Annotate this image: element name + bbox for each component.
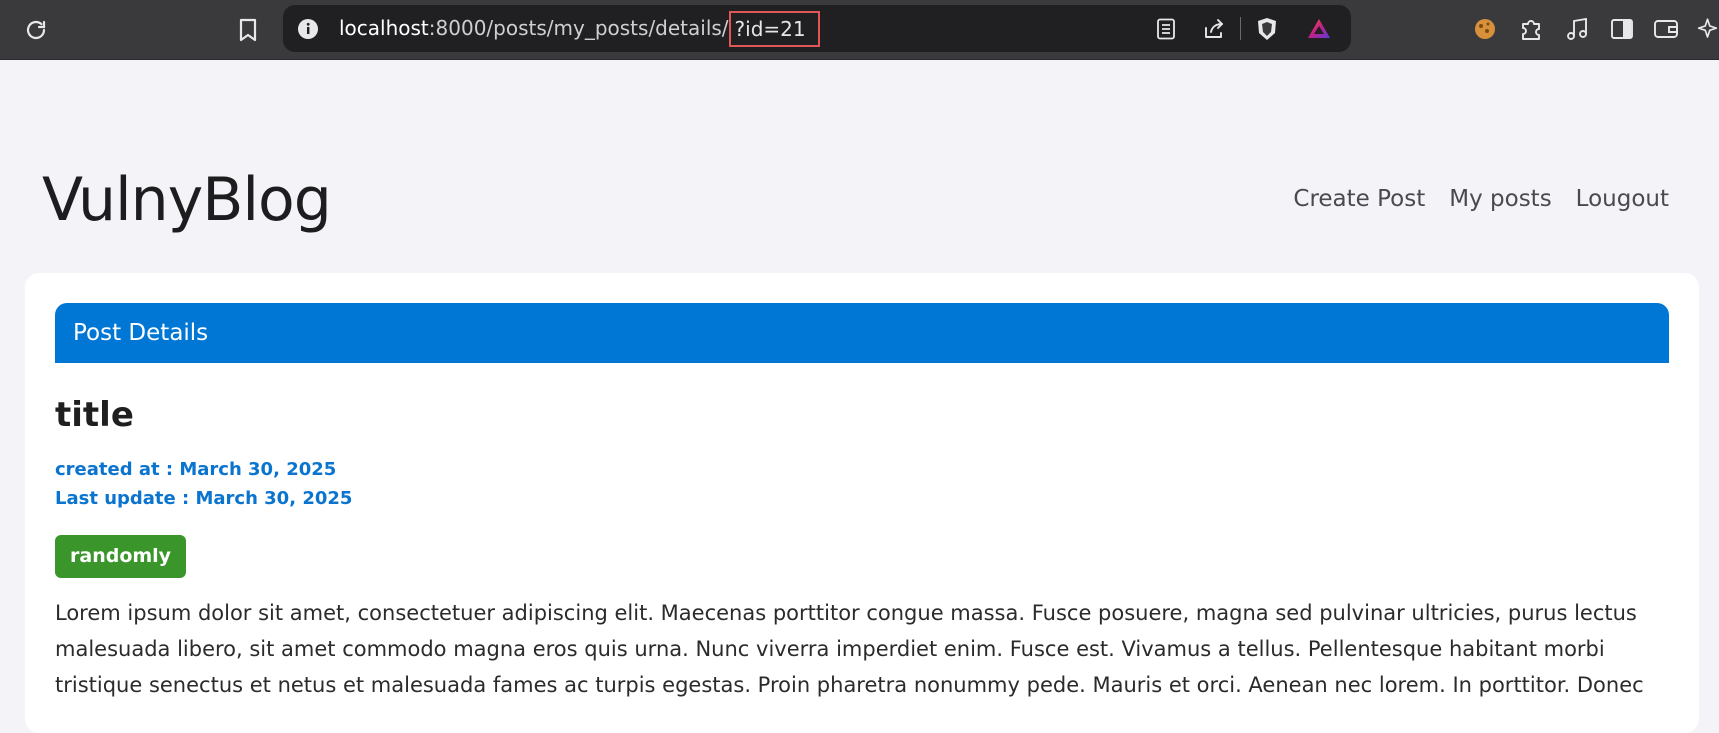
nav-create-post[interactable]: Create Post [1293, 183, 1425, 215]
reload-icon[interactable] [22, 16, 50, 44]
url-path: :8000/posts/my_posts/details/ [428, 16, 729, 40]
browser-toolbar: localhost:8000/posts/my_posts/details/?i… [0, 0, 1719, 60]
address-bar[interactable]: localhost:8000/posts/my_posts/details/?i… [283, 5, 1351, 52]
brave-shields-icon[interactable] [1253, 15, 1281, 43]
main-nav: Create Post My posts Lougout [1293, 183, 1669, 215]
url-text[interactable]: localhost:8000/posts/my_posts/details/?i… [339, 5, 820, 52]
leo-ai-icon[interactable] [1696, 14, 1719, 44]
extensions-icon[interactable] [1516, 14, 1546, 44]
sidebar-icon[interactable] [1607, 14, 1637, 44]
cookie-icon[interactable] [1470, 14, 1500, 44]
share-icon[interactable] [1201, 16, 1227, 42]
nav-logout[interactable]: Lougout [1576, 183, 1669, 215]
post-card: Post Details title created at : March 30… [25, 273, 1699, 733]
nav-my-posts[interactable]: My posts [1449, 183, 1551, 215]
url-host: localhost [339, 16, 429, 40]
category-badge: randomly [55, 535, 187, 578]
url-query-highlight: ?id=21 [728, 10, 820, 47]
wallet-icon[interactable] [1651, 14, 1681, 44]
brave-rewards-icon[interactable] [1305, 15, 1333, 43]
bookmark-icon[interactable] [236, 16, 260, 44]
post-body: Lorem ipsum dolor sit amet, consectetuer… [55, 601, 1644, 697]
post-title: title [55, 395, 134, 435]
site-title[interactable]: VulnyBlog [42, 160, 332, 240]
updated-date: Last update : March 30, 2025 [55, 488, 353, 509]
card-header: Post Details [55, 303, 1669, 363]
media-icon[interactable] [1562, 14, 1592, 44]
created-date: created at : March 30, 2025 [55, 459, 337, 480]
reader-mode-icon[interactable] [1154, 17, 1178, 41]
site-info-icon[interactable] [295, 16, 321, 42]
toolbar-divider [1240, 17, 1241, 40]
